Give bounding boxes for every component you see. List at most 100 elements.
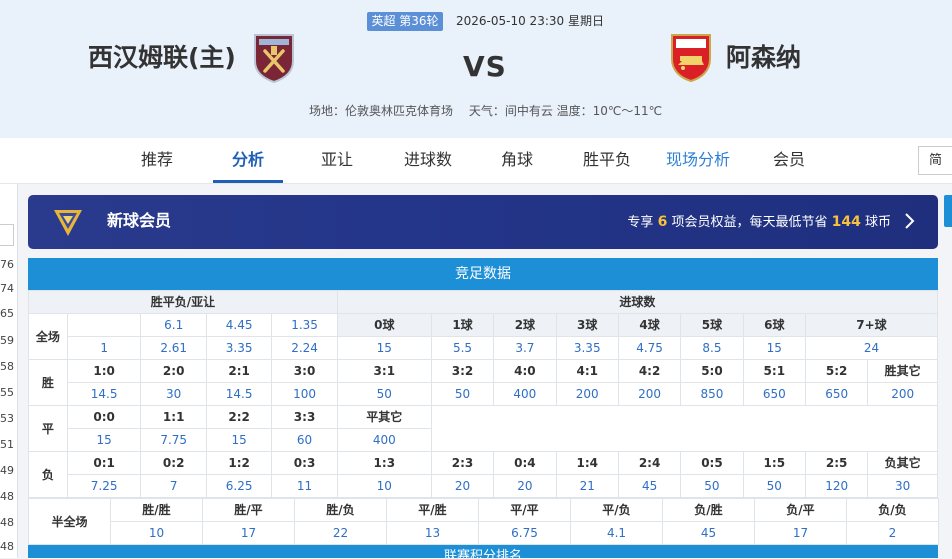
goals-label: 0球 bbox=[336, 313, 432, 337]
score-odds-cell[interactable]: 400 bbox=[493, 382, 557, 406]
score-odds-cell[interactable]: 400 bbox=[336, 428, 432, 452]
left-stub-value: 51 bbox=[0, 438, 14, 451]
handicap-odds-cell[interactable]: 1 bbox=[66, 336, 142, 360]
goals-label: 1球 bbox=[430, 313, 495, 337]
side-float-tab[interactable] bbox=[944, 195, 952, 227]
home-team-name[interactable]: 西汉姆联(主) bbox=[88, 40, 236, 76]
score-odds-cell[interactable]: 20 bbox=[493, 474, 557, 498]
goals-odds-cell[interactable]: 5.5 bbox=[430, 336, 495, 360]
score-odds-cell[interactable]: 14.5 bbox=[66, 382, 142, 406]
goals-odds-cell[interactable]: 24 bbox=[804, 336, 939, 360]
score-odds-cell[interactable]: 15 bbox=[205, 428, 273, 452]
score-odds-cell[interactable]: 14.5 bbox=[205, 382, 273, 406]
simplified-chinese-button[interactable]: 简 bbox=[918, 146, 952, 175]
score-odds-cell[interactable]: 30 bbox=[867, 474, 938, 498]
half-full-odds-cell[interactable]: 13 bbox=[386, 521, 479, 545]
goals-label: 3球 bbox=[555, 313, 619, 337]
score-odds-cell[interactable]: 200 bbox=[617, 382, 682, 406]
left-panel-input[interactable] bbox=[0, 224, 14, 246]
score-label: 0:2 bbox=[140, 451, 207, 475]
score-odds-cell[interactable]: 7.25 bbox=[66, 474, 142, 498]
member-benefit-count: 6 bbox=[657, 214, 668, 230]
score-odds-cell[interactable]: 850 bbox=[680, 382, 744, 406]
jingzu-title: 竞足数据 bbox=[28, 258, 938, 290]
away-team-name[interactable]: 阿森纳 bbox=[726, 40, 801, 76]
left-stub-value: 59 bbox=[0, 334, 14, 347]
tab-analysis[interactable]: 分析 bbox=[213, 138, 283, 183]
score-odds-cell[interactable]: 200 bbox=[555, 382, 619, 406]
score-odds-cell[interactable]: 7.75 bbox=[140, 428, 207, 452]
score-odds-cell[interactable]: 6.25 bbox=[205, 474, 273, 498]
score-odds-cell[interactable]: 100 bbox=[271, 382, 338, 406]
score-odds-cell[interactable]: 200 bbox=[867, 382, 938, 406]
score-label: 1:4 bbox=[555, 451, 619, 475]
half-full-odds-cell[interactable]: 22 bbox=[294, 521, 387, 545]
tab-asian-handicap[interactable]: 亚让 bbox=[308, 138, 366, 183]
goals-odds-cell[interactable]: 3.35 bbox=[555, 336, 619, 360]
goals-odds-cell[interactable]: 4.75 bbox=[617, 336, 682, 360]
tab-recommend[interactable]: 推荐 bbox=[128, 138, 186, 183]
diamond-badge-icon bbox=[54, 210, 82, 236]
score-odds-cell[interactable]: 15 bbox=[66, 428, 142, 452]
score-label: 胜其它 bbox=[867, 359, 938, 383]
handicap-odds-cell[interactable]: 2.61 bbox=[140, 336, 207, 360]
wdl-odds-cell[interactable]: 6.1 bbox=[140, 313, 207, 337]
chevron-right-icon[interactable] bbox=[904, 211, 916, 231]
score-odds-cell[interactable]: 50 bbox=[680, 474, 744, 498]
half-full-odds-cell[interactable]: 17 bbox=[754, 521, 847, 545]
half-full-odds-cell[interactable]: 45 bbox=[662, 521, 755, 545]
draw-label: 平 bbox=[28, 405, 68, 452]
score-odds-cell[interactable]: 11 bbox=[271, 474, 338, 498]
section-wdl-header: 胜平负/亚让 bbox=[28, 290, 338, 314]
score-odds-cell[interactable]: 120 bbox=[804, 474, 869, 498]
arsenal-crest-icon[interactable] bbox=[668, 31, 714, 83]
score-odds-cell[interactable]: 7 bbox=[140, 474, 207, 498]
tab-win-draw-loss[interactable]: 胜平负 bbox=[574, 138, 640, 183]
half-full-item: 胜/负 bbox=[294, 498, 387, 522]
score-odds-cell[interactable]: 50 bbox=[430, 382, 495, 406]
tab-membership[interactable]: 会员 bbox=[760, 138, 818, 183]
score-odds-cell[interactable]: 650 bbox=[804, 382, 869, 406]
goals-odds-cell[interactable]: 15 bbox=[336, 336, 432, 360]
half-full-label: 半全场 bbox=[28, 498, 111, 545]
score-odds-cell[interactable]: 45 bbox=[617, 474, 682, 498]
score-odds-cell[interactable]: 20 bbox=[430, 474, 495, 498]
score-odds-cell[interactable]: 60 bbox=[271, 428, 338, 452]
half-full-item: 平/胜 bbox=[386, 498, 479, 522]
member-banner[interactable]: 新球会员 专享 6 项会员权益，每天最低节省 144 球币 bbox=[28, 195, 938, 249]
left-stub-value: 49 bbox=[0, 464, 14, 477]
score-label: 3:2 bbox=[430, 359, 495, 383]
tab-goals[interactable]: 进球数 bbox=[395, 138, 461, 183]
score-label: 4:2 bbox=[617, 359, 682, 383]
goals-odds-cell[interactable]: 3.7 bbox=[493, 336, 557, 360]
member-desc-pre: 专享 bbox=[627, 215, 654, 230]
score-odds-cell[interactable]: 650 bbox=[742, 382, 806, 406]
handicap-odds-cell[interactable]: 3.35 bbox=[205, 336, 273, 360]
tab-corners[interactable]: 角球 bbox=[488, 138, 546, 183]
score-odds-cell[interactable]: 30 bbox=[140, 382, 207, 406]
half-full-odds-cell[interactable]: 17 bbox=[202, 521, 295, 545]
half-full-odds-cell[interactable]: 10 bbox=[110, 521, 203, 545]
score-odds-cell[interactable]: 50 bbox=[336, 382, 432, 406]
half-full-odds-cell[interactable]: 2 bbox=[846, 521, 939, 545]
member-benefit-text: 专享 6 项会员权益，每天最低节省 144 球币 bbox=[627, 212, 891, 233]
score-label: 2:1 bbox=[205, 359, 273, 383]
league-round-badge[interactable]: 英超 第36轮 bbox=[367, 12, 443, 31]
west-ham-crest-icon[interactable] bbox=[251, 31, 297, 83]
left-stub-value: 58 bbox=[0, 360, 14, 373]
goals-label: 4球 bbox=[617, 313, 682, 337]
score-label: 2:4 bbox=[617, 451, 682, 475]
score-odds-cell[interactable]: 10 bbox=[336, 474, 432, 498]
score-label: 1:2 bbox=[205, 451, 273, 475]
half-full-odds-cell[interactable]: 6.75 bbox=[478, 521, 571, 545]
handicap-odds-cell[interactable]: 2.24 bbox=[271, 336, 338, 360]
score-odds-cell[interactable]: 21 bbox=[555, 474, 619, 498]
half-full-table: 半全场 胜/胜 胜/平 胜/负 平/胜 平/平 平/负 负/胜 负/平 负/负 … bbox=[28, 498, 939, 545]
goals-odds-cell[interactable]: 15 bbox=[742, 336, 806, 360]
half-full-odds-cell[interactable]: 4.1 bbox=[570, 521, 663, 545]
tab-live-analysis[interactable]: 现场分析 bbox=[660, 138, 736, 183]
wdl-odds-cell[interactable]: 1.35 bbox=[271, 313, 338, 337]
score-odds-cell[interactable]: 50 bbox=[742, 474, 806, 498]
wdl-odds-cell[interactable]: 4.45 bbox=[205, 313, 273, 337]
goals-odds-cell[interactable]: 8.5 bbox=[680, 336, 744, 360]
